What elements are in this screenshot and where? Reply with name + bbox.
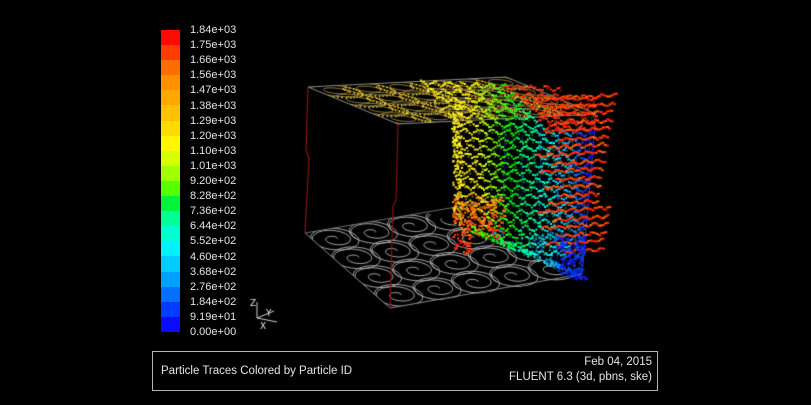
colorbar-tick-label: 1.01e+03 — [190, 160, 236, 172]
colorbar-band — [161, 45, 180, 60]
caption-text: Particle Traces Colored by Particle ID — [161, 365, 352, 377]
solver-text: FLUENT 6.3 (3d, pbns, ske) — [509, 370, 652, 385]
colorbar-band — [161, 241, 180, 256]
colorbar-tick-label: 9.20e+02 — [190, 175, 236, 187]
colorbar-band — [161, 105, 180, 120]
colorbar-tick-label: 3.68e+02 — [190, 266, 236, 278]
colorbar-tick-label: 1.20e+03 — [190, 130, 236, 142]
viewport-3d[interactable] — [0, 0, 811, 405]
colorbar-scale-labels: 1.84e+031.75e+031.66e+031.56e+031.47e+03… — [190, 30, 260, 340]
colorbar-tick-label: 1.66e+03 — [190, 54, 236, 66]
colorbar-band — [161, 166, 180, 181]
colorbar-band — [161, 211, 180, 226]
colorbar-band — [161, 60, 180, 75]
colorbar-band — [161, 287, 180, 302]
date-text: Feb 04, 2015 — [509, 355, 652, 370]
colorbar-tick-label: 1.47e+03 — [190, 84, 236, 96]
colorbar-tick-label: 1.38e+03 — [190, 100, 236, 112]
colorbar-tick-label: 2.76e+02 — [190, 281, 236, 293]
colorbar-tick-label: 5.52e+02 — [190, 235, 236, 247]
colorbar-band — [161, 75, 180, 90]
colorbar-tick-label: 1.75e+03 — [190, 39, 236, 51]
colorbar-band — [161, 121, 180, 136]
colorbar-tick-label: 1.29e+03 — [190, 115, 236, 127]
colorbar-band — [161, 90, 180, 105]
colorbar-tick-label: 1.84e+02 — [190, 296, 236, 308]
colorbar-band — [161, 30, 180, 45]
colorbar-tick-label: 7.36e+02 — [190, 205, 236, 217]
colorbar-band — [161, 151, 180, 166]
colorbar-tick-label: 1.56e+03 — [190, 69, 236, 81]
colorbar-band — [161, 302, 180, 317]
caption-bar: Particle Traces Colored by Particle ID F… — [152, 351, 658, 391]
colorbar-band — [161, 272, 180, 287]
colorbar-band — [161, 136, 180, 151]
colorbar-band — [161, 181, 180, 196]
colorbar-band — [161, 256, 180, 271]
colorbar-band — [161, 196, 180, 211]
colorbar-band — [161, 226, 180, 241]
colorbar-tick-label: 1.84e+03 — [190, 24, 236, 36]
colorbar-band — [161, 317, 180, 332]
colorbar — [161, 30, 180, 332]
colorbar-tick-label: 8.28e+02 — [190, 190, 236, 202]
colorbar-tick-label: 1.10e+03 — [190, 145, 236, 157]
colorbar-tick-label: 6.44e+02 — [190, 220, 236, 232]
colorbar-tick-label: 4.60e+02 — [190, 251, 236, 263]
fluent-graphics-window: 1.84e+03 1.75e+03 1.66e+03 1.56e+03 1.47e+03… — [0, 0, 811, 405]
colorbar-tick-label: 0.00e+00 — [190, 326, 236, 338]
colorbar-tick-label: 9.19e+01 — [190, 311, 236, 323]
